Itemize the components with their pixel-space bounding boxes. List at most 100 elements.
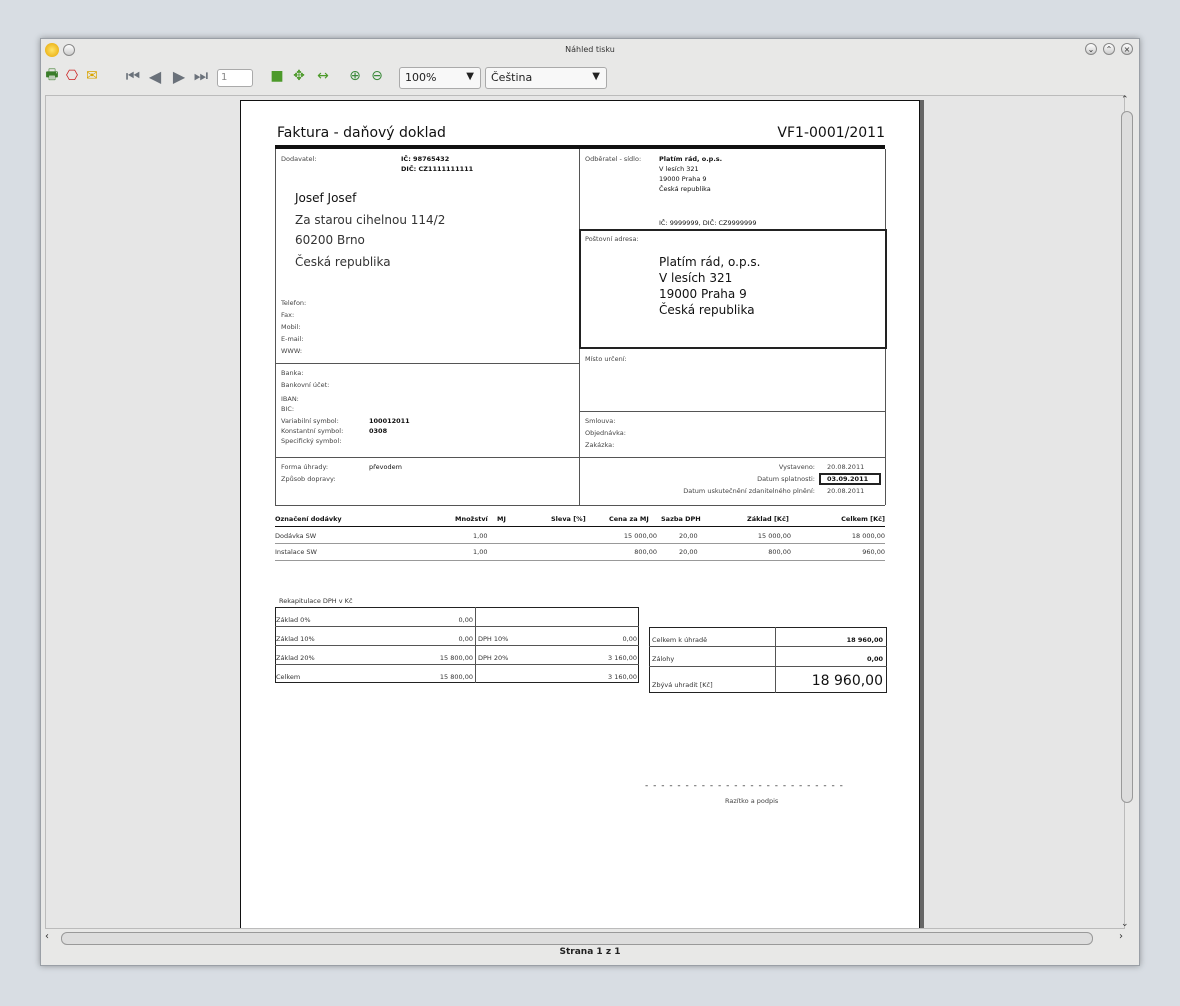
- pdf-export-icon[interactable]: ⎔: [63, 67, 81, 85]
- postal-label: Poštovní adresa:: [585, 235, 639, 243]
- phone-label: Telefon:: [281, 299, 307, 307]
- scroll-up-icon[interactable]: ⌃: [1121, 95, 1129, 105]
- vertical-scroll-thumb[interactable]: [1121, 111, 1133, 803]
- vat-row-vat-label: DPH 10%: [478, 635, 509, 643]
- postal-line: V lesích 321: [659, 271, 733, 285]
- supplier-name: Josef Josef: [295, 191, 357, 205]
- due-label: Datum splatnosti:: [757, 475, 815, 483]
- vat-row-rule: [275, 626, 639, 627]
- supplier-label: Dodavatel:: [281, 155, 317, 163]
- iban-label: IBAN:: [281, 395, 299, 403]
- col-header: MJ: [497, 515, 506, 523]
- item-price: 15 000,00: [623, 532, 657, 540]
- taxable-label: Datum uskutečnění zdanitelného plnění:: [683, 487, 815, 495]
- col-header: Cena za MJ: [609, 515, 649, 523]
- fit-width-icon[interactable]: ↔: [315, 67, 331, 85]
- invoice-page: Faktura - daňový doklad VF1-0001/2011 Do…: [240, 100, 920, 928]
- account-label: Bankovní účet:: [281, 381, 330, 389]
- advances-label: Zálohy: [652, 655, 675, 663]
- payment-form-value: převodem: [369, 463, 402, 471]
- buyer-line: Česká republika: [659, 185, 711, 193]
- zoom-value: 100%: [405, 71, 437, 84]
- col-header: Celkem [Kč]: [841, 515, 885, 523]
- horizontal-scrollbar[interactable]: ‹ ›: [45, 931, 1123, 945]
- bic-label: BIC:: [281, 405, 295, 413]
- frame-line: [275, 457, 885, 458]
- scroll-right-icon[interactable]: ›: [1119, 931, 1123, 942]
- header-rule: [275, 145, 885, 149]
- transport-label: Způsob dopravy:: [281, 475, 336, 483]
- specific-symbol-label: Specifický symbol:: [281, 437, 342, 445]
- horizontal-scroll-thumb[interactable]: [61, 932, 1093, 945]
- item-rate: 20,00: [679, 548, 698, 556]
- page-number-input[interactable]: 1: [217, 69, 253, 87]
- last-page-icon[interactable]: ⏭: [193, 66, 209, 85]
- signature-label: Razítko a podpis: [725, 797, 779, 805]
- close-button[interactable]: ×: [1121, 43, 1133, 55]
- vertical-scrollbar[interactable]: ⌃ ⌄: [1119, 95, 1135, 929]
- print-preview-window: Náhled tisku ⌄ ⌃ × 🖶 ⎔ ✉ ⏮ ◀ ▶ ⏭ 1 ■ ✥ ↔…: [40, 38, 1140, 966]
- order-label: Objednávka:: [585, 429, 626, 437]
- zoom-select[interactable]: 100% ▼: [399, 67, 481, 89]
- item-qty: 1,00: [473, 548, 488, 556]
- frame-line: [579, 411, 885, 412]
- supplier-country: Česká republika: [295, 255, 391, 269]
- remaining-label: Zbývá uhradit [Kč]: [652, 681, 713, 689]
- scroll-down-icon[interactable]: ⌄: [1121, 919, 1129, 929]
- invoice-number: VF1-0001/2011: [777, 125, 885, 141]
- email-icon[interactable]: ✉: [83, 67, 101, 85]
- first-page-icon[interactable]: ⏮: [125, 66, 141, 85]
- vat-row-label: Základ 0%: [276, 616, 311, 624]
- table-rule: [275, 560, 885, 561]
- vat-row-rule: [275, 664, 639, 665]
- postal-line: Česká republika: [659, 303, 755, 317]
- page-indicator: Strana 1 z 1: [559, 947, 621, 957]
- language-select[interactable]: Čeština ▼: [485, 67, 607, 89]
- vat-row-label: Základ 10%: [276, 635, 315, 643]
- vat-row-vat: 3 160,00: [608, 654, 637, 662]
- item-qty: 1,00: [473, 532, 488, 540]
- payment-form-label: Forma úhrady:: [281, 463, 329, 471]
- title-bar: Náhled tisku ⌄ ⌃ ×: [41, 39, 1139, 61]
- next-page-icon[interactable]: ▶: [171, 67, 187, 86]
- job-label: Zakázka:: [585, 441, 615, 449]
- minimize-button[interactable]: ⌄: [1085, 43, 1097, 55]
- previous-page-icon[interactable]: ◀: [147, 67, 163, 86]
- fit-all-icon[interactable]: ✥: [291, 67, 307, 85]
- constant-symbol-value: 0308: [369, 427, 388, 435]
- maximize-button[interactable]: ⌃: [1103, 43, 1115, 55]
- vat-row-vat: 0,00: [622, 635, 637, 643]
- fax-label: Fax:: [281, 311, 295, 319]
- supplier-ic: IČ: 98765432: [401, 155, 450, 163]
- col-header: Sleva [%]: [551, 515, 586, 523]
- print-icon[interactable]: 🖶: [43, 67, 61, 85]
- zoom-out-icon[interactable]: ⊖: [369, 67, 385, 85]
- vat-row-label: Základ 20%: [276, 654, 315, 662]
- supplier-city: 60200 Brno: [295, 233, 365, 247]
- vat-row-rule: [275, 645, 639, 646]
- vat-row-base: 0,00: [458, 635, 473, 643]
- frame-line: [275, 363, 579, 364]
- vat-row-base: 0,00: [458, 616, 473, 624]
- vat-row-base: 15 800,00: [439, 673, 473, 681]
- constant-symbol-label: Konstantní symbol:: [281, 427, 344, 435]
- buyer-label: Odběratel - sídlo:: [585, 155, 642, 163]
- item-total: 18 000,00: [851, 532, 885, 540]
- zoom-in-icon[interactable]: ⊕: [347, 67, 363, 85]
- buyer-line: V lesích 321: [659, 165, 699, 173]
- fit-page-icon[interactable]: ■: [269, 67, 285, 85]
- due-date: 03.09.2011: [827, 475, 869, 483]
- signature-line: - - - - - - - - - - - - - - - - - - - - …: [645, 781, 844, 791]
- destination-label: Místo určení:: [585, 355, 627, 363]
- col-header: Základ [Kč]: [747, 515, 789, 523]
- frame-line: [275, 149, 276, 505]
- scroll-left-icon[interactable]: ‹: [45, 931, 49, 942]
- table-rule: [275, 526, 885, 527]
- supplier-street: Za starou cihelnou 114/2: [295, 213, 446, 227]
- variable-symbol-value: 100012011: [369, 417, 410, 425]
- col-header: Označení dodávky: [275, 515, 342, 523]
- vat-recap-title: Rekapitulace DPH v Kč: [279, 597, 353, 605]
- variable-symbol-label: Variabilní symbol:: [281, 417, 339, 425]
- mobile-label: Mobil:: [281, 323, 301, 331]
- vat-row-vat-label: DPH 20%: [478, 654, 509, 662]
